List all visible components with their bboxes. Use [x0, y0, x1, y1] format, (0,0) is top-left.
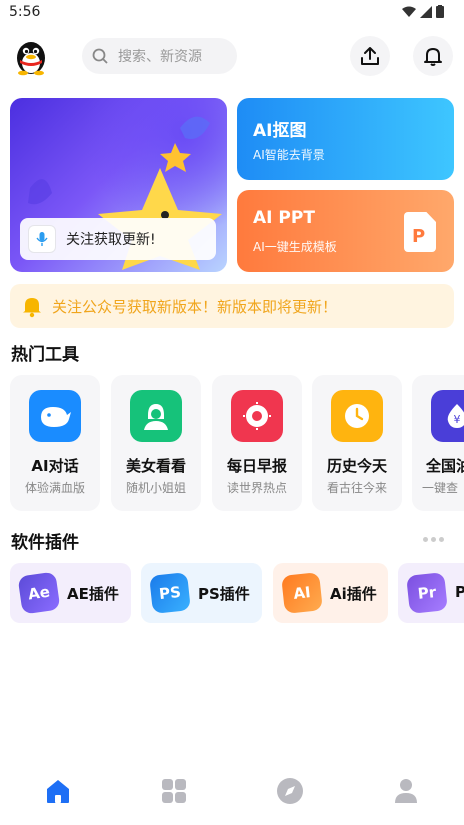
- card-title: AI PPT: [253, 208, 315, 228]
- home-icon: [47, 780, 69, 803]
- plugin-pr[interactable]: Pr P: [398, 563, 464, 623]
- signal-icon: [420, 5, 432, 18]
- ppt-badge: P: [412, 226, 426, 247]
- tool-name: 历史今天: [326, 457, 387, 475]
- plugin-label: P: [455, 583, 464, 601]
- tool-desc: 体验满血版: [24, 481, 85, 495]
- tool-national-oil[interactable]: ¥ 全国油 一键查: [412, 375, 464, 511]
- nav-discover[interactable]: [275, 776, 305, 806]
- avatar[interactable]: [12, 38, 50, 76]
- oil-badge: ¥: [454, 413, 461, 426]
- plugin-label: PS插件: [198, 585, 250, 603]
- banner-carousel[interactable]: 关注获取更新!: [10, 98, 227, 272]
- sun-icon: [231, 390, 283, 442]
- tool-history-today[interactable]: 历史今天 看古往今来: [312, 375, 402, 511]
- bell-icon: [424, 48, 442, 66]
- penguin-avatar-icon: [17, 42, 45, 76]
- notice-banner[interactable]: 关注公众号获取新版本！新版本即将更新！: [10, 284, 454, 328]
- tool-name: 全国油: [426, 457, 464, 475]
- ps-logo-icon: PS: [149, 572, 191, 614]
- girl-icon: [130, 390, 182, 442]
- tool-name: AI对话: [31, 457, 79, 475]
- oil-drop-icon: ¥: [431, 390, 464, 442]
- tool-desc: 看古往今来: [326, 481, 387, 495]
- plugin-ai[interactable]: AI Ai插件: [273, 563, 388, 623]
- notification-button[interactable]: [413, 36, 453, 76]
- grid-icon: [162, 779, 186, 803]
- card-title: AI抠图: [253, 121, 307, 141]
- tool-ai-chat[interactable]: AI对话 体验满血版: [10, 375, 100, 511]
- ppt-document-icon: P: [404, 212, 436, 252]
- ai-logo-icon: AI: [281, 572, 323, 614]
- plugin-label: Ai插件: [330, 585, 377, 603]
- tool-daily-news[interactable]: 每日早报 读世界热点: [212, 375, 302, 511]
- card-subtitle: AI一键生成模板: [253, 240, 337, 254]
- tool-desc: 读世界热点: [226, 481, 287, 495]
- compass-icon: [277, 778, 303, 804]
- battery-icon: [436, 5, 444, 18]
- search-input[interactable]: 搜索、新资源: [82, 38, 237, 74]
- status-time: 5:56: [9, 4, 41, 20]
- tool-beauty[interactable]: 美女看看 随机小姐姐: [111, 375, 201, 511]
- microphone-icon: [28, 225, 56, 253]
- search-placeholder: 搜索、新资源: [118, 49, 202, 65]
- tool-desc: 随机小姐姐: [125, 481, 186, 495]
- card-subtitle: AI智能去背景: [253, 148, 325, 162]
- wifi-icon: [402, 6, 416, 17]
- tool-name: 每日早报: [226, 457, 287, 475]
- ai-ppt-card[interactable]: AI PPT AI一键生成模板 P: [237, 190, 454, 272]
- section-title-hot-tools: 热门工具: [11, 345, 79, 365]
- user-icon: [395, 779, 417, 803]
- whale-chat-icon: [29, 390, 81, 442]
- section-title-plugins: 软件插件: [11, 533, 79, 553]
- clock-icon: [331, 390, 383, 442]
- tool-name: 美女看看: [125, 457, 186, 475]
- nav-home[interactable]: [43, 776, 73, 806]
- notice-text: 关注公众号获取新版本！新版本即将更新！: [52, 298, 338, 316]
- bottom-nav: [0, 760, 464, 825]
- banner-toast: 关注获取更新!: [20, 218, 216, 260]
- plugin-ae[interactable]: Ae AE插件: [10, 563, 131, 623]
- banner-toast-text: 关注获取更新!: [66, 232, 156, 248]
- notice-bell-icon: [23, 298, 41, 318]
- more-icon[interactable]: [423, 537, 444, 542]
- ai-cutout-card[interactable]: AI抠图 AI智能去背景: [237, 98, 454, 180]
- pr-logo-icon: Pr: [406, 572, 448, 614]
- nav-apps[interactable]: [159, 776, 189, 806]
- ae-logo-icon: Ae: [17, 571, 61, 615]
- status-icons: [402, 5, 444, 18]
- plugin-ps[interactable]: PS PS插件: [141, 563, 262, 623]
- upload-icon: [361, 47, 379, 65]
- status-bar: 5:56: [0, 0, 464, 26]
- nav-profile[interactable]: [391, 776, 421, 806]
- plugin-label: AE插件: [67, 585, 119, 603]
- search-icon: [92, 48, 108, 64]
- upload-button[interactable]: [350, 36, 390, 76]
- tool-desc: 一键查: [422, 481, 459, 495]
